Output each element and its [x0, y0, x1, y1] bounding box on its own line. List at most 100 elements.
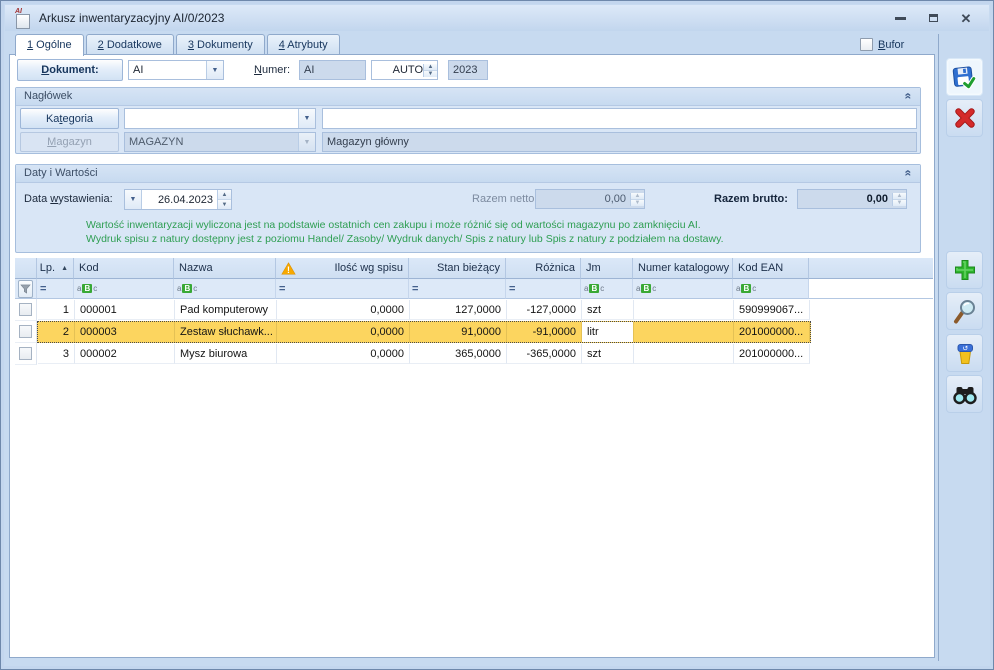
cell-stan[interactable]: 127,0000 — [410, 300, 507, 320]
filter-cell-roznica[interactable]: = — [506, 279, 581, 299]
filter-cell-lp[interactable]: = — [37, 279, 74, 299]
collapse-chevron-icon[interactable]: « — [903, 170, 915, 177]
cell-nazwa[interactable]: Pad komputerowy — [175, 300, 277, 320]
filter-cell-numer_kat[interactable]: aBc — [633, 279, 733, 299]
zoom-button[interactable] — [946, 292, 983, 330]
filter-cell-jm[interactable]: aBc — [581, 279, 633, 299]
cancel-button[interactable] — [946, 99, 983, 137]
tab-atrybuty[interactable]: 4 Atrybuty — [267, 34, 340, 54]
daty-header[interactable]: Daty i Wartości « — [16, 165, 920, 183]
cell-kod[interactable]: 000003 — [75, 322, 175, 342]
dokument-type-combo[interactable]: AI ▼ — [128, 60, 224, 80]
col-header-kod[interactable]: Kod — [74, 258, 174, 279]
tab-ogolne[interactable]: 1 Ogólne — [15, 34, 84, 56]
cell-jm[interactable]: szt — [582, 300, 634, 320]
row-checkbox[interactable] — [19, 347, 32, 360]
cell-jm[interactable]: szt — [582, 344, 634, 364]
row-body[interactable]: 2000003Zestaw słuchawk...0,000091,0000-9… — [37, 321, 811, 343]
spin-up-icon[interactable]: ▲ — [218, 190, 231, 199]
cell-ilosc[interactable]: 0,0000 — [277, 344, 410, 364]
kategoria-combo[interactable]: ▼ — [124, 108, 316, 129]
col-header-label: Jm — [586, 262, 601, 274]
cell-numer_kat[interactable] — [634, 300, 734, 320]
kategoria-desc-field[interactable] — [322, 108, 917, 129]
col-header-ilosc[interactable]: !Ilość wg spisu — [276, 258, 409, 279]
date-spinner[interactable]: ▲▼ — [217, 190, 231, 209]
find-button[interactable] — [946, 375, 983, 413]
col-header-stan[interactable]: Stan bieżący — [409, 258, 506, 279]
row-checkbox[interactable] — [19, 325, 32, 338]
filter-cell-ean[interactable]: aBc — [733, 279, 809, 299]
add-button[interactable] — [946, 251, 983, 289]
kategoria-button[interactable]: Kategoria — [20, 108, 119, 129]
filter-cell-stan[interactable]: = — [409, 279, 506, 299]
filter-row-filler — [809, 279, 933, 299]
cell-numer_kat[interactable] — [634, 322, 734, 342]
filter-cell-nazwa[interactable]: aBc — [174, 279, 276, 299]
collapse-chevron-icon[interactable]: « — [903, 93, 915, 100]
chevron-down-icon[interactable]: ▼ — [206, 61, 223, 79]
spin-down-icon[interactable]: ▼ — [218, 199, 231, 209]
close-button[interactable]: ✕ — [959, 11, 973, 25]
tab-dokumenty[interactable]: 3 Dokumenty — [176, 34, 265, 54]
cell-kod[interactable]: 000002 — [75, 344, 175, 364]
cell-lp[interactable]: 3 — [38, 344, 75, 364]
app-window: AI Arkusz inwentaryzacyjny AI/0/2023 ✕ 1… — [0, 0, 994, 670]
row-select-cell[interactable] — [15, 321, 37, 343]
cell-lp[interactable]: 1 — [38, 300, 75, 320]
col-header-jm[interactable]: Jm — [581, 258, 633, 279]
naglowek-header[interactable]: Nagłówek « — [16, 88, 920, 106]
magnifier-icon — [951, 298, 978, 325]
cell-ean[interactable]: 590999067... — [734, 300, 810, 320]
info-line: Wartość inwentaryzacji wyliczona jest na… — [86, 218, 724, 232]
cell-kod[interactable]: 000001 — [75, 300, 175, 320]
cell-nazwa[interactable]: Mysz biurowa — [175, 344, 277, 364]
spin-down-icon[interactable]: ▼ — [424, 70, 437, 77]
col-header-roznica[interactable]: Różnica — [506, 258, 581, 279]
cell-jm[interactable]: litr — [582, 322, 634, 342]
magazyn-desc-field: Magazyn główny — [322, 132, 917, 152]
cell-ean[interactable]: 201000000... — [734, 344, 810, 364]
row-filler — [811, 299, 933, 321]
cell-ilosc[interactable]: 0,0000 — [277, 300, 410, 320]
row-body[interactable]: 3000002Mysz biurowa0,0000365,0000-365,00… — [37, 343, 811, 365]
numer-auto-spinner[interactable]: ▲▼ — [423, 64, 437, 77]
col-header-ean[interactable]: Kod EAN — [733, 258, 809, 279]
row-select-cell[interactable] — [15, 343, 37, 365]
dokument-button[interactable]: Dokument: — [17, 59, 123, 81]
row-body[interactable]: 1000001Pad komputerowy0,0000127,0000-127… — [37, 299, 811, 321]
cell-ean[interactable]: 201000000... — [734, 322, 810, 342]
cell-ilosc[interactable]: 0,0000 — [277, 322, 410, 342]
filter-cell-kod[interactable]: aBc — [74, 279, 174, 299]
data-wystawienia-value[interactable]: 26.04.2023 — [142, 190, 217, 209]
bufor-checkbox-box[interactable] — [860, 38, 873, 51]
save-button[interactable] — [946, 58, 983, 96]
col-header-label: Numer katalogowy — [638, 262, 729, 274]
title-bar[interactable]: AI Arkusz inwentaryzacyjny AI/0/2023 ✕ — [5, 5, 989, 31]
numer-auto-field[interactable]: AUTO ▲▼ — [371, 60, 438, 80]
filter-funnel-cell[interactable] — [15, 279, 37, 299]
cell-roznica[interactable]: -365,0000 — [507, 344, 582, 364]
col-header-nazwa[interactable]: Nazwa — [174, 258, 276, 279]
delete-button[interactable]: ↺ — [946, 334, 983, 372]
filter-funnel-icon[interactable] — [18, 280, 33, 298]
row-checkbox[interactable] — [19, 303, 32, 316]
cell-stan[interactable]: 91,0000 — [410, 322, 507, 342]
filter-cell-ilosc[interactable]: = — [276, 279, 409, 299]
cell-roznica[interactable]: -127,0000 — [507, 300, 582, 320]
cell-stan[interactable]: 365,0000 — [410, 344, 507, 364]
chevron-down-icon[interactable]: ▼ — [298, 109, 315, 128]
col-header-lp[interactable]: Lp.▲ — [37, 258, 74, 279]
tab-dodatkowe[interactable]: 2 Dodatkowe — [86, 34, 174, 54]
col-header-numer_kat[interactable]: Numer katalogowy — [633, 258, 733, 279]
restore-button[interactable] — [926, 11, 940, 25]
cell-lp[interactable]: 2 — [38, 322, 75, 342]
row-select-cell[interactable] — [15, 299, 37, 321]
minimize-button[interactable] — [893, 11, 907, 25]
cell-roznica[interactable]: -91,0000 — [507, 322, 582, 342]
cell-numer_kat[interactable] — [634, 344, 734, 364]
data-wystawienia-picker[interactable]: ▼ 26.04.2023 ▲▼ — [124, 189, 232, 210]
bufor-checkbox[interactable]: Bufor — [860, 38, 904, 51]
cell-nazwa[interactable]: Zestaw słuchawk... — [175, 322, 277, 342]
calendar-dropdown-icon[interactable]: ▼ — [125, 190, 142, 209]
